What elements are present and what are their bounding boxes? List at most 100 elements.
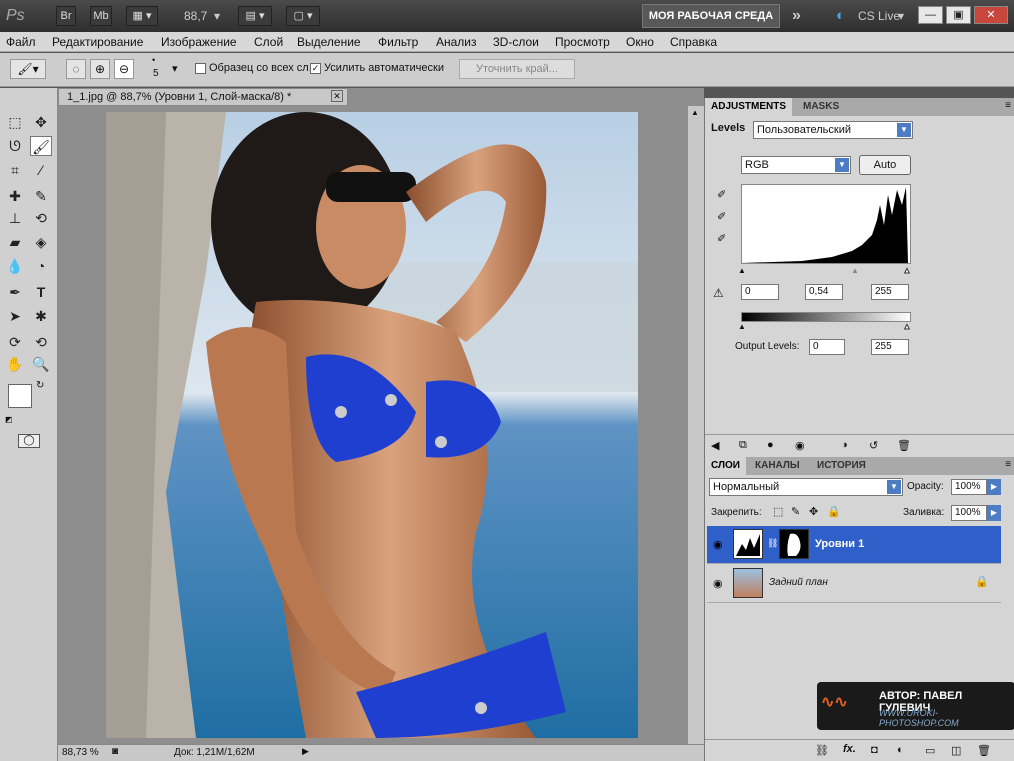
fx-icon[interactable]: fx. (843, 743, 856, 755)
tab-adjustments[interactable]: ADJUSTMENTS (705, 98, 793, 116)
swap-colors-icon[interactable]: ↻ (36, 380, 44, 391)
blend-mode-select[interactable]: Нормальный ▼ (709, 478, 903, 496)
cslive-menu[interactable]: CS Live (858, 6, 900, 26)
image-canvas[interactable] (106, 112, 638, 738)
chevron-down-icon[interactable]: ▾ (898, 6, 904, 26)
back-arrow-icon[interactable]: ◀ (711, 439, 719, 452)
view-previous-icon[interactable]: ◑ (841, 439, 848, 451)
tab-masks[interactable]: MASKS (797, 98, 845, 116)
refine-edge-button[interactable]: Уточнить край... (459, 59, 575, 79)
levels-preset-select[interactable]: Пользовательский ▼ (753, 121, 913, 139)
menu-image[interactable]: Изображение (161, 35, 237, 49)
clip-to-layer-icon[interactable]: ● (767, 439, 774, 451)
default-colors-icon[interactable]: ◩ (5, 415, 13, 424)
eye-icon[interactable]: ◉ (713, 577, 723, 590)
panel-menu-icon[interactable]: ≡ (1005, 100, 1011, 111)
clone-stamp-tool-icon[interactable]: ⊥ (4, 208, 26, 228)
input-gamma-field[interactable]: 0,54 (805, 284, 843, 300)
lasso-tool-icon[interactable]: ᘎ (4, 136, 26, 156)
sample-all-layers-checkbox[interactable] (195, 63, 206, 74)
brush-size-value[interactable]: 5 (153, 68, 159, 79)
eraser-tool-icon[interactable]: ▰ (4, 232, 26, 252)
panel-menu-icon[interactable]: ≡ (1005, 459, 1011, 470)
blur-tool-icon[interactable]: 💧 (4, 256, 26, 276)
auto-button[interactable]: Auto (859, 155, 911, 175)
lock-position-icon[interactable]: ✥ (809, 505, 818, 518)
quick-mask-icon[interactable]: ◯ (18, 434, 40, 448)
lock-all-icon[interactable]: 🔒 (827, 505, 841, 518)
black-point-eyedropper-icon[interactable]: ✐ (717, 188, 726, 201)
extras-menu-button[interactable]: ▦ ▾ (126, 6, 158, 26)
output-black-field[interactable]: 0 (809, 339, 845, 355)
brush-tool-icon[interactable]: ✎ (30, 186, 52, 206)
chevron-down-icon[interactable]: ▾ (214, 6, 220, 26)
history-brush-tool-icon[interactable]: ⟲ (30, 208, 52, 228)
black-output-slider[interactable]: ▲ (738, 322, 746, 331)
scroll-up-icon[interactable]: ▲ (691, 108, 699, 117)
menu-view[interactable]: Просмотр (555, 35, 610, 49)
visibility-icon[interactable]: ◉ (795, 439, 805, 452)
menu-help[interactable]: Справка (670, 35, 717, 49)
new-adjustment-layer-icon[interactable]: ◐ (897, 744, 904, 756)
restore-button[interactable]: ▣ (946, 6, 971, 24)
3d-orbit-tool-icon[interactable]: ⟲ (30, 332, 52, 352)
delete-adjustment-icon[interactable]: 🗑 (897, 439, 911, 452)
white-input-slider[interactable]: ▲ (903, 266, 912, 276)
lock-transparency-icon[interactable]: ⬚ (773, 505, 783, 518)
auto-enhance-checkbox[interactable]: ✓ (310, 63, 321, 74)
fill-field[interactable]: 100% (951, 505, 987, 521)
tab-history[interactable]: ИСТОРИЯ (811, 457, 872, 475)
menu-layer[interactable]: Слой (254, 35, 283, 49)
hand-tool-icon[interactable]: ✋ (4, 354, 26, 374)
mini-bridge-button[interactable]: Mb (90, 6, 112, 26)
opacity-slider-button[interactable]: ▶ (987, 479, 1001, 495)
white-output-slider[interactable]: ▲ (903, 322, 912, 332)
channel-select[interactable]: RGB ▼ (741, 156, 851, 174)
tab-channels[interactable]: КАНАЛЫ (749, 457, 806, 475)
healing-brush-tool-icon[interactable]: ✚ (4, 186, 26, 206)
fill-slider-button[interactable]: ▶ (987, 505, 1001, 521)
3d-rotate-tool-icon[interactable]: ⟳ (4, 332, 26, 352)
menu-edit[interactable]: Редактирование (52, 35, 143, 49)
zoom-percent[interactable]: 88,73 % (62, 747, 99, 758)
reset-icon[interactable]: ↺ (869, 439, 878, 452)
screen-mode-button[interactable]: ▢ ▾ (286, 6, 320, 26)
layer-row-background[interactable]: ◉ Задний план 🔒 (707, 565, 1001, 603)
new-layer-icon[interactable]: ◫ (951, 744, 961, 757)
chevron-down-icon[interactable]: ▾ (172, 62, 178, 75)
more-workspaces-button[interactable]: » (792, 6, 801, 26)
document-tab[interactable]: 1_1.jpg @ 88,7% (Уровни 1, Слой-маска/8)… (58, 88, 348, 106)
layer-mask-thumbnail[interactable] (779, 529, 809, 559)
white-point-eyedropper-icon[interactable]: ✐ (717, 232, 726, 245)
marquee-tool-icon[interactable]: ⬚ (4, 112, 26, 132)
subtract-selection-brush-icon[interactable]: ⊖ (114, 59, 134, 79)
status-icon[interactable]: ◙ (112, 746, 118, 757)
link-layers-icon[interactable]: ⛓ (815, 744, 829, 757)
gray-point-eyedropper-icon[interactable]: ✐ (717, 210, 726, 223)
bridge-button[interactable]: Br (56, 6, 76, 26)
tab-layers[interactable]: СЛОИ (705, 457, 746, 475)
close-icon[interactable]: ✕ (331, 90, 343, 102)
menu-filter[interactable]: Фильтр (378, 35, 418, 49)
type-tool-icon[interactable]: T (30, 282, 52, 302)
eyedropper-tool-icon[interactable]: ⁄ (30, 160, 52, 180)
vertical-scrollbar[interactable]: ▲ (688, 106, 704, 744)
move-tool-icon[interactable]: ✥ (30, 112, 52, 132)
clip-warning-icon[interactable]: ⚠ (713, 286, 724, 300)
workspace-switcher[interactable]: МОЯ РАБОЧАЯ СРЕДА (642, 4, 780, 28)
eye-icon[interactable]: ◉ (713, 538, 723, 551)
paint-bucket-tool-icon[interactable]: ◈ (30, 232, 52, 252)
layer-name[interactable]: Задний план (769, 577, 828, 588)
expand-view-icon[interactable]: ⧉ (739, 439, 747, 452)
chain-link-icon[interactable]: ⛓ (767, 538, 778, 549)
zoom-level[interactable]: 88,7 (184, 6, 207, 26)
pen-tool-icon[interactable]: ✒ (4, 282, 26, 302)
lock-image-icon[interactable]: ✎ (791, 505, 800, 518)
output-white-field[interactable]: 255 (871, 339, 909, 355)
arrange-documents-button[interactable]: ▤ ▾ (238, 6, 272, 26)
add-selection-brush-icon[interactable]: ⊕ (90, 59, 110, 79)
zoom-tool-icon[interactable]: 🔍 (30, 354, 52, 374)
menu-select[interactable]: Выделение (297, 35, 361, 49)
quick-selection-tool-icon[interactable]: 🖌 (30, 136, 52, 156)
layer-row-levels[interactable]: ◉ ⛓ Уровни 1 (707, 526, 1001, 564)
